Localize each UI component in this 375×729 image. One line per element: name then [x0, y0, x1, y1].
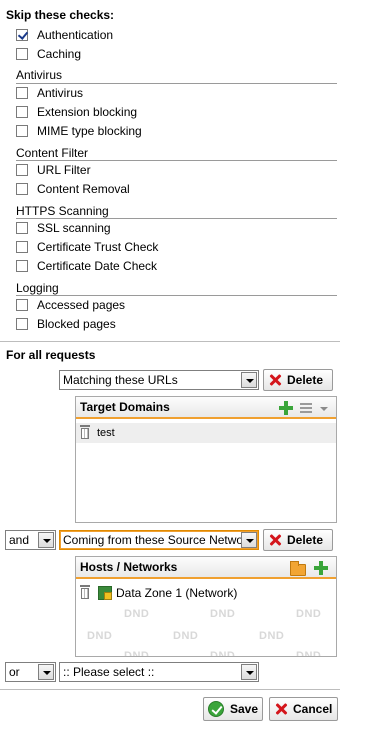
- dnd-watermark: DND: [124, 650, 150, 657]
- dnd-watermark: DND: [87, 630, 113, 642]
- cancel-button[interactable]: Cancel: [269, 697, 338, 721]
- delete-label: Delete: [287, 373, 324, 387]
- chevron-down-icon[interactable]: [38, 532, 54, 548]
- item-label: Data Zone 1 (Network): [116, 586, 238, 600]
- hosts-networks-header: Hosts / Networks: [76, 557, 336, 579]
- item-label: test: [97, 427, 115, 439]
- mime-type-blocking-checkbox[interactable]: [16, 125, 28, 137]
- extension-blocking-checkbox[interactable]: [16, 106, 28, 118]
- checkbox-row-certificate-trust-check[interactable]: Certificate Trust Check: [16, 238, 158, 256]
- cancel-label: Cancel: [293, 702, 333, 716]
- trash-icon[interactable]: [80, 585, 90, 599]
- section-divider: [0, 689, 340, 690]
- chevron-down-icon[interactable]: [241, 372, 257, 388]
- folder-icon[interactable]: [290, 561, 306, 576]
- condition-type-select[interactable]: Coming from these Source Networks: [59, 530, 259, 550]
- checkbox-label: Accessed pages: [37, 298, 126, 312]
- checkbox-row-ssl-scanning[interactable]: SSL scanning: [16, 219, 111, 237]
- checkbox-row-antivirus[interactable]: Antivirus: [16, 84, 83, 102]
- save-label: Save: [230, 702, 259, 716]
- save-button[interactable]: Save: [203, 697, 263, 721]
- checkbox-row-certificate-date-check[interactable]: Certificate Date Check: [16, 257, 157, 275]
- section-divider: [0, 341, 340, 342]
- select-value: and: [9, 533, 30, 547]
- dnd-watermark: DND: [296, 650, 322, 657]
- connector-select-or[interactable]: or: [5, 662, 56, 682]
- checkbox-row-extension-blocking[interactable]: Extension blocking: [16, 103, 137, 121]
- dnd-watermark: DND: [296, 608, 322, 620]
- dnd-watermark: DND: [210, 608, 236, 620]
- delete-condition-button[interactable]: Delete: [263, 369, 333, 391]
- requests-title: For all requests: [6, 348, 96, 362]
- blocked-pages-checkbox[interactable]: [16, 318, 28, 330]
- authentication-checkbox[interactable]: [16, 29, 28, 41]
- checkbox-label: Antivirus: [37, 86, 84, 100]
- condition-type-select[interactable]: :: Please select ::: [59, 662, 259, 682]
- group-title-logging: Logging: [16, 281, 59, 295]
- panel-title: Hosts / Networks: [80, 560, 178, 574]
- group-title-https-scanning: HTTPS Scanning: [16, 204, 109, 218]
- list-item[interactable]: Data Zone 1 (Network): [76, 583, 336, 603]
- checkbox-label: Content Removal: [37, 182, 130, 196]
- certificate-trust-check-checkbox[interactable]: [16, 241, 28, 253]
- target-domains-header: Target Domains: [76, 397, 336, 419]
- add-icon[interactable]: [279, 401, 293, 415]
- checkbox-label: SSL scanning: [37, 221, 111, 235]
- panel-title: Target Domains: [80, 400, 170, 414]
- checkbox-row-caching[interactable]: Caching: [16, 45, 81, 63]
- chevron-down-icon[interactable]: [241, 532, 257, 548]
- checkbox-label: Caching: [37, 47, 82, 61]
- select-value: :: Please select ::: [63, 665, 155, 679]
- select-value: Matching these URLs: [63, 373, 178, 387]
- checkbox-row-url-filter[interactable]: URL Filter: [16, 161, 91, 179]
- add-icon[interactable]: [314, 561, 328, 575]
- group-title-antivirus: Antivirus: [16, 68, 63, 82]
- hosts-networks-panel: Hosts / Networks Data Zone 1 (Network) D…: [75, 556, 337, 657]
- checkbox-row-blocked-pages[interactable]: Blocked pages: [16, 315, 116, 333]
- close-icon: [274, 702, 288, 716]
- checkbox-label: MIME type blocking: [37, 124, 142, 138]
- checkbox-row-accessed-pages[interactable]: Accessed pages: [16, 296, 125, 314]
- dnd-watermark: DND: [124, 608, 150, 620]
- checkbox-label: Extension blocking: [37, 105, 138, 119]
- list-item[interactable]: test: [76, 423, 336, 443]
- checkbox-label: Authentication: [37, 28, 114, 42]
- checkbox-row-authentication[interactable]: Authentication: [16, 26, 113, 44]
- dnd-watermark: DND: [210, 650, 236, 657]
- url-filter-checkbox[interactable]: [16, 164, 28, 176]
- checkbox-row-content-removal[interactable]: Content Removal: [16, 180, 130, 198]
- select-value: or: [9, 665, 20, 679]
- certificate-date-check-checkbox[interactable]: [16, 260, 28, 272]
- ssl-scanning-checkbox[interactable]: [16, 222, 28, 234]
- chevron-down-icon[interactable]: [38, 664, 54, 680]
- trash-icon[interactable]: [80, 425, 90, 439]
- delete-x-icon: [268, 373, 282, 387]
- list-options-icon[interactable]: [300, 403, 312, 413]
- checkbox-label: Certificate Date Check: [37, 259, 158, 273]
- accessed-pages-checkbox[interactable]: [16, 299, 28, 311]
- chevron-down-icon[interactable]: [320, 407, 328, 411]
- condition-type-select[interactable]: Matching these URLs: [59, 370, 259, 390]
- checkbox-label: URL Filter: [37, 163, 91, 177]
- delete-x-icon: [268, 533, 282, 547]
- checkbox-label: Certificate Trust Check: [37, 240, 159, 254]
- select-value: Coming from these Source Networks: [63, 533, 241, 547]
- dnd-watermark: DND: [259, 630, 285, 642]
- caching-checkbox[interactable]: [16, 48, 28, 60]
- content-removal-checkbox[interactable]: [16, 183, 28, 195]
- delete-label: Delete: [287, 533, 324, 547]
- checkmark-icon: [208, 701, 224, 717]
- network-zone-icon: [98, 586, 112, 600]
- chevron-down-icon[interactable]: [241, 664, 257, 680]
- connector-select-and[interactable]: and: [5, 530, 56, 550]
- skip-checks-title: Skip these checks:: [6, 8, 115, 22]
- checkbox-label: Blocked pages: [37, 317, 116, 331]
- checkbox-row-mime-type-blocking[interactable]: MIME type blocking: [16, 122, 142, 140]
- group-title-content-filter: Content Filter: [16, 146, 89, 160]
- target-domains-panel: Target Domains test: [75, 396, 337, 523]
- dnd-watermark: DND: [173, 630, 199, 642]
- antivirus-checkbox[interactable]: [16, 87, 28, 99]
- delete-condition-button[interactable]: Delete: [263, 529, 333, 551]
